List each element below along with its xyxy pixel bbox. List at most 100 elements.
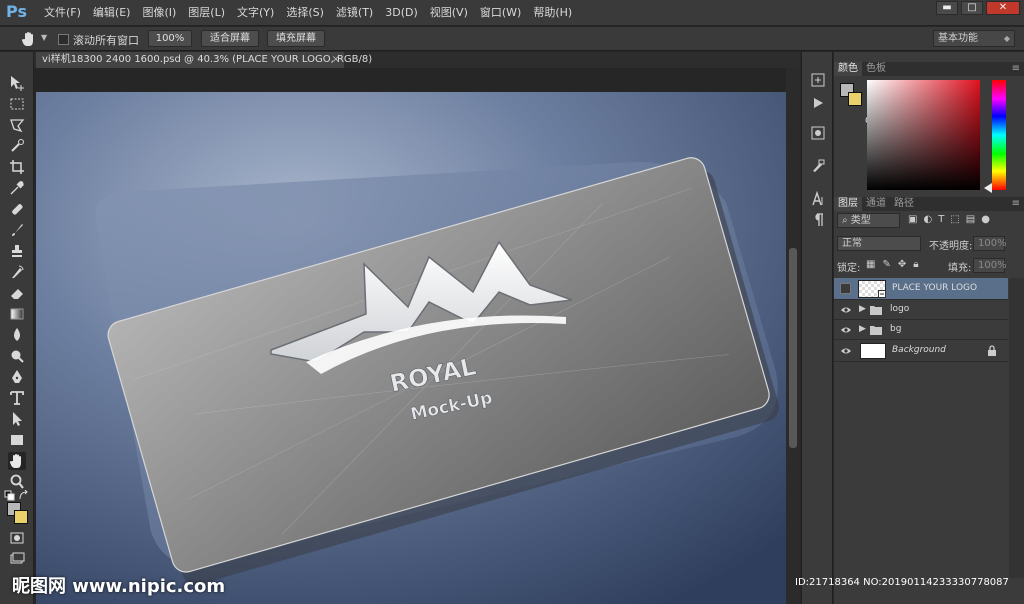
marquee-tool-icon[interactable] — [8, 95, 26, 113]
gradient-tool-icon[interactable] — [8, 305, 26, 323]
filter-shape-icon[interactable]: ⬚ — [950, 214, 959, 227]
hue-slider[interactable] — [992, 80, 1006, 190]
filter-type-icon[interactable]: T — [938, 214, 944, 227]
tab-swatches[interactable]: 色板 — [862, 62, 890, 76]
swap-colors-icon[interactable] — [18, 490, 30, 502]
menu-edit[interactable]: 编辑(E) — [87, 0, 137, 26]
blend-mode-select[interactable]: 正常 — [837, 236, 921, 251]
hand-tool-icon[interactable] — [20, 30, 38, 48]
layer-row-bg[interactable]: ▶ bg — [834, 320, 1008, 340]
eye-icon[interactable] — [840, 324, 852, 336]
actions-panel-icon[interactable] — [810, 95, 826, 111]
crop-tool-icon[interactable] — [8, 158, 26, 176]
fill-field[interactable]: 100% — [973, 258, 1007, 273]
quick-selection-tool-icon[interactable] — [8, 137, 26, 155]
menu-type[interactable]: 文字(Y) — [231, 0, 280, 26]
history-brush-tool-icon[interactable] — [8, 263, 26, 281]
fill-label: 填充: — [948, 263, 972, 274]
move-tool-icon[interactable] — [8, 74, 26, 92]
panel-menu-icon[interactable]: ≡ — [1012, 198, 1020, 209]
adjustments-panel-icon[interactable] — [810, 125, 826, 141]
lasso-tool-icon[interactable] — [8, 116, 26, 134]
tab-paths[interactable]: 路径 — [890, 197, 918, 211]
eyedropper-tool-icon[interactable] — [8, 179, 26, 197]
tool-preset-caret-icon[interactable]: ▼ — [41, 33, 47, 42]
quick-mask-icon[interactable] — [8, 529, 26, 547]
tab-channels[interactable]: 通道 — [862, 197, 890, 211]
layer-row-background[interactable]: Background — [834, 340, 1008, 362]
minimize-button[interactable]: ▬ — [936, 1, 958, 15]
dodge-tool-icon[interactable] — [8, 347, 26, 365]
menu-view[interactable]: 视图(V) — [424, 0, 474, 26]
filter-pixel-icon[interactable]: ▣ — [908, 214, 917, 227]
tab-layers[interactable]: 图层 — [834, 197, 862, 211]
brush-tool-icon[interactable] — [8, 221, 26, 239]
lock-transparent-icon[interactable]: ▦ — [866, 259, 875, 270]
eraser-tool-icon[interactable] — [8, 284, 26, 302]
tab-color[interactable]: 颜色 — [834, 62, 862, 76]
menu-file[interactable]: 文件(F) — [38, 0, 87, 26]
hue-slider-marker-icon[interactable] — [984, 183, 992, 193]
close-icon[interactable]: × — [332, 52, 340, 68]
lock-icon — [988, 345, 996, 356]
eye-icon[interactable] — [840, 345, 852, 357]
expand-arrow-icon[interactable]: ▶ — [859, 324, 866, 334]
zoom-tool-icon[interactable] — [8, 473, 26, 491]
document-canvas[interactable]: ROYAL Mock-Up — [36, 92, 786, 604]
healing-brush-tool-icon[interactable] — [8, 200, 26, 218]
menu-layer[interactable]: 图层(L) — [182, 0, 231, 26]
watermark-site: 昵图网 www.nipic.com — [12, 576, 226, 597]
visibility-toggle-off[interactable] — [840, 283, 851, 294]
layer-name: logo — [890, 304, 910, 314]
history-panel-icon[interactable] — [810, 72, 826, 88]
blur-tool-icon[interactable] — [8, 326, 26, 344]
hand-tool-icon[interactable] — [8, 452, 26, 470]
menu-help[interactable]: 帮助(H) — [527, 0, 578, 26]
path-selection-tool-icon[interactable] — [8, 410, 26, 428]
paragraph-panel-icon[interactable] — [810, 212, 826, 228]
lock-all-icon[interactable]: 🔒︎ — [913, 259, 918, 270]
eye-icon[interactable] — [840, 304, 852, 316]
clone-stamp-tool-icon[interactable] — [8, 242, 26, 260]
panel-background-swatch[interactable] — [848, 92, 862, 106]
pen-tool-icon[interactable] — [8, 368, 26, 386]
layers-scrollbar[interactable] — [1009, 278, 1024, 578]
color-spectrum-field[interactable] — [867, 80, 980, 190]
layer-name: PLACE YOUR LOGO — [892, 283, 978, 293]
filter-smart-object-icon[interactable]: ▤ — [966, 214, 975, 227]
default-colors-icon[interactable] — [4, 490, 16, 502]
layer-row-place-your-logo[interactable]: PLACE YOUR LOGO — [834, 278, 1008, 300]
background-color-swatch[interactable] — [14, 510, 28, 524]
lock-position-icon[interactable]: ✥ — [898, 259, 906, 270]
layer-row-logo[interactable]: ▶ logo — [834, 300, 1008, 320]
menu-select[interactable]: 选择(S) — [280, 0, 330, 26]
scroll-all-windows-checkbox[interactable] — [58, 34, 69, 45]
rectangle-tool-icon[interactable] — [8, 431, 26, 449]
maximize-button[interactable]: □ — [961, 1, 983, 15]
menu-3d[interactable]: 3D(D) — [379, 0, 424, 26]
panel-menu-icon[interactable]: ≡ — [1012, 63, 1020, 74]
zoom-100-button[interactable]: 100% — [148, 30, 192, 47]
menu-window[interactable]: 窗口(W) — [474, 0, 527, 26]
filter-toggle-icon[interactable]: ● — [981, 214, 990, 227]
layer-filter-select[interactable]: ⌕ 类型 — [837, 213, 900, 228]
blend-mode-label: 正常 — [842, 238, 862, 249]
menu-image[interactable]: 图像(I) — [136, 0, 182, 26]
canvas-scroll-thumb[interactable] — [789, 248, 797, 448]
brush-presets-panel-icon[interactable] — [810, 158, 826, 174]
expand-arrow-icon[interactable]: ▶ — [859, 304, 866, 314]
document-tab[interactable]: vi样机18300 2400 1600.psd @ 40.3% (PLACE Y… — [36, 52, 372, 68]
type-tool-icon[interactable] — [8, 389, 26, 407]
collapsed-panel-strip — [801, 52, 833, 604]
opacity-field[interactable]: 100% — [973, 236, 1007, 251]
character-panel-icon[interactable] — [810, 191, 826, 207]
fill-screen-button[interactable]: 填充屏幕 — [267, 30, 325, 47]
layer-filter-icons: ▣ ◐ T ⬚ ▤ ● — [908, 214, 1006, 227]
menu-filter[interactable]: 滤镜(T) — [330, 0, 379, 26]
close-button[interactable]: ✕ — [986, 1, 1020, 15]
lock-pixels-icon[interactable]: ✎ — [882, 259, 890, 270]
fit-screen-button[interactable]: 适合屏幕 — [201, 30, 259, 47]
screen-mode-icon[interactable] — [8, 550, 26, 568]
filter-adjustment-icon[interactable]: ◐ — [923, 214, 932, 227]
workspace-select[interactable]: 基本功能 ◆ — [933, 30, 1015, 47]
